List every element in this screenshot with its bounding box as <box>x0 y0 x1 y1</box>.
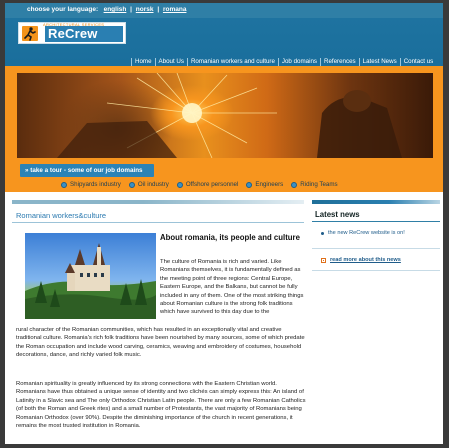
nav-contact-us[interactable]: Contact us <box>399 58 437 66</box>
logo-wordmark: ReCrew <box>45 26 123 42</box>
section-divider <box>12 222 304 223</box>
language-norsk-link[interactable]: norsk <box>136 6 154 13</box>
sidebar-divider <box>312 221 440 222</box>
domain-shipyards[interactable]: Shipyards industry <box>61 181 121 188</box>
bullet-icon <box>176 181 183 188</box>
arrow-box-icon <box>321 257 326 263</box>
nav-about-us[interactable]: About Us <box>154 58 187 66</box>
domain-riding-teams[interactable]: Riding Teams <box>291 181 338 188</box>
news-item-label: the new ReCrew website is on! <box>328 230 405 236</box>
latest-news-title: Latest news <box>315 210 360 219</box>
article-paragraph-2: Romanian spirituality is greatly influen… <box>16 381 306 430</box>
bullet-icon <box>128 181 135 188</box>
site-header: ARCHITECTURAL SERVICES ReCrew Home About… <box>5 18 443 66</box>
read-more-news: read more about this news <box>321 257 401 263</box>
domain-label: Shipyards industry <box>70 181 121 188</box>
article-title: About romania, its people and culture <box>160 233 300 242</box>
language-label: choose your language: <box>27 6 99 13</box>
domain-label: Riding Teams <box>300 181 338 188</box>
bullet-icon <box>321 231 324 235</box>
domain-label: Offshore personnel <box>185 181 239 188</box>
nav-latest-news[interactable]: Latest News <box>358 58 400 66</box>
section-strip <box>12 200 304 204</box>
nav-romanian-workers[interactable]: Romanian workers and culture <box>186 58 278 66</box>
domain-label: Engineers <box>255 181 284 188</box>
language-english-link[interactable]: english <box>104 6 127 13</box>
domain-offshore[interactable]: Offshore personnel <box>176 181 239 188</box>
hero-banner: » take a tour - some of our job domains … <box>5 66 443 192</box>
nav-job-domains[interactable]: Job domains <box>277 58 320 66</box>
section-title: Romanian workers&culture <box>16 211 107 220</box>
language-romana-link[interactable]: romana <box>163 6 186 13</box>
bullet-icon <box>291 181 298 188</box>
content-area: Romanian workers&culture About romania, … <box>5 192 443 444</box>
domain-label: Oil industry <box>137 181 169 188</box>
castle-photo <box>25 233 156 319</box>
sidebar-strip <box>312 200 440 204</box>
site-logo[interactable]: ARCHITECTURAL SERVICES ReCrew <box>18 22 126 44</box>
article-paragraph-side: The culture of Romania is rich and varie… <box>160 259 304 316</box>
main-nav: Home About Us Romanian workers and cultu… <box>131 58 436 66</box>
article-paragraph-continued: rural character of the Romanian communit… <box>16 327 305 359</box>
news-divider <box>312 270 440 271</box>
page-frame: choose your language: english | norsk | … <box>5 3 443 444</box>
bullet-icon <box>61 181 67 188</box>
news-item[interactable]: the new ReCrew website is on! <box>321 230 405 236</box>
read-more-link[interactable]: read more about this news <box>330 257 401 263</box>
worker-logo-icon <box>22 26 38 41</box>
language-separator: | <box>130 6 132 13</box>
nav-home[interactable]: Home <box>131 58 155 66</box>
welding-photo <box>17 73 433 158</box>
bullet-icon <box>246 181 253 188</box>
job-domains-list: Shipyards industry Oil industry Offshore… <box>61 181 338 188</box>
nav-references[interactable]: References <box>319 58 359 66</box>
take-a-tour-button[interactable]: » take a tour - some of our job domains <box>20 164 154 177</box>
language-separator: | <box>157 6 160 13</box>
news-divider <box>312 248 440 249</box>
domain-oil[interactable]: Oil industry <box>128 181 169 188</box>
domain-engineers[interactable]: Engineers <box>246 181 283 188</box>
language-bar: choose your language: english | norsk | … <box>5 3 443 18</box>
